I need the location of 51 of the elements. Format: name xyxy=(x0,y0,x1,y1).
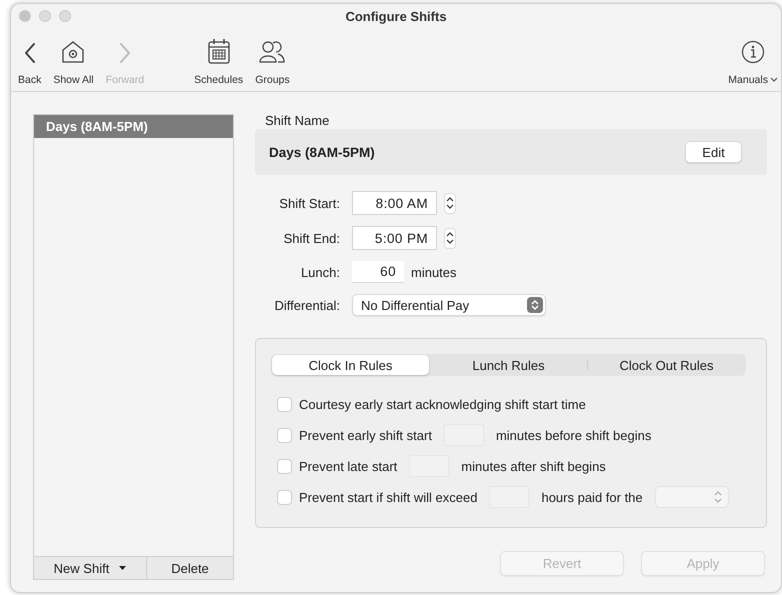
differential-dropdown[interactable]: No Differential Pay xyxy=(352,294,546,316)
updown-icon xyxy=(446,231,454,245)
rule-label: minutes after shift begins xyxy=(461,458,606,474)
house-gear-icon xyxy=(61,40,86,64)
rule-label: hours paid for the xyxy=(541,490,643,504)
checkbox[interactable] xyxy=(277,458,292,474)
rules-tab[interactable]: Clock Out Rules xyxy=(588,355,745,375)
toolbar-button[interactable]: Groups xyxy=(252,32,293,86)
calendar-icon xyxy=(208,38,230,64)
edit-button[interactable]: Edit xyxy=(685,141,742,163)
shift-list-item[interactable]: Days (8AM-5PM) xyxy=(34,115,233,138)
field-label: Lunch: xyxy=(300,264,340,280)
window-title: Configure Shifts xyxy=(345,8,447,24)
unit-label: minutes xyxy=(411,264,457,280)
forward-icon xyxy=(118,42,131,64)
rule-label: Prevent late start xyxy=(299,458,398,474)
toolbar-button[interactable]: Show All xyxy=(50,32,97,86)
close-button[interactable] xyxy=(19,10,31,22)
checkbox[interactable] xyxy=(277,428,292,442)
toolbar-button[interactable]: Schedules xyxy=(191,32,246,86)
people-icon xyxy=(258,40,286,64)
time-stepper[interactable] xyxy=(444,228,456,248)
rule-label: minutes before shift begins xyxy=(496,428,652,442)
section-label: Shift Name xyxy=(264,113,330,129)
checkbox[interactable] xyxy=(277,490,292,504)
list-button[interactable]: New Shift xyxy=(34,557,146,579)
time-field[interactable]: 5:00 PM xyxy=(352,226,437,250)
field-label: Shift End: xyxy=(282,230,340,246)
back-icon xyxy=(24,42,36,64)
shift-name: Days (8AM-5PM) xyxy=(269,144,375,160)
zoom-button[interactable] xyxy=(59,10,71,22)
rules-tab[interactable]: Lunch Rules xyxy=(430,355,587,375)
toolbar-button[interactable]: Back xyxy=(15,32,44,86)
toolbar-button[interactable]: Manuals xyxy=(725,32,781,86)
updown-icon xyxy=(446,196,454,210)
rule-label: Courtesy early start acknowledging shift start time xyxy=(299,396,586,412)
period-dropdown[interactable] xyxy=(654,486,729,508)
number-field[interactable]: 60 xyxy=(352,261,404,283)
minimize-button[interactable] xyxy=(39,10,51,22)
rules-tab[interactable]: Clock In Rules xyxy=(272,355,429,375)
field-label: Differential: xyxy=(273,298,340,312)
time-stepper[interactable] xyxy=(444,192,456,214)
rule-label: Prevent start if shift will exceed xyxy=(299,490,478,504)
info-icon xyxy=(741,40,766,64)
updown-icon xyxy=(714,491,722,503)
updown-icon xyxy=(527,297,543,313)
time-field[interactable]: 8:00 AM xyxy=(352,191,437,215)
rule-label: Prevent early shift start xyxy=(299,428,432,442)
list-button[interactable]: Delete xyxy=(146,557,233,579)
field-label: Shift Start: xyxy=(278,196,340,210)
checkbox[interactable] xyxy=(277,396,292,412)
